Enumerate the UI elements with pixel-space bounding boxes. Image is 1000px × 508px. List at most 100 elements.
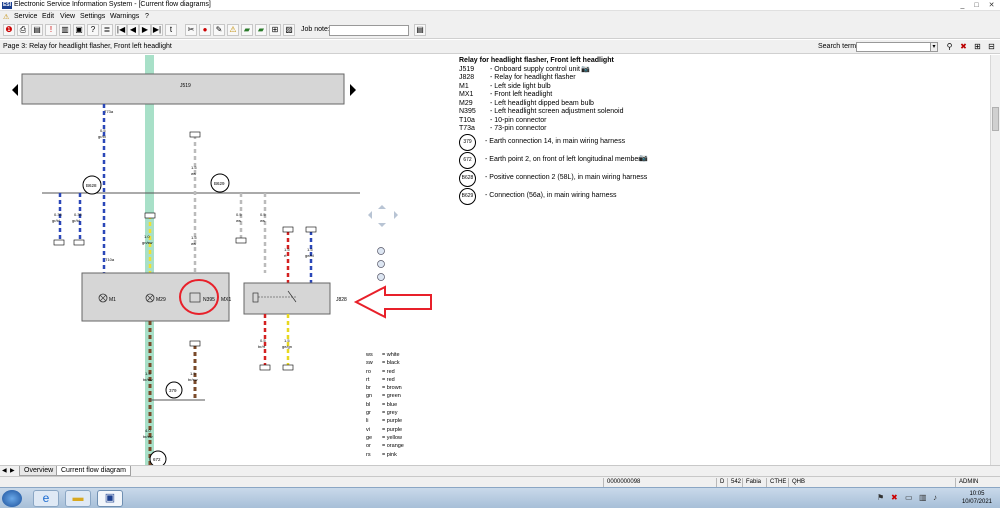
tray-alert-icon[interactable]: ✖ bbox=[891, 493, 898, 502]
zoom-out-icon bbox=[377, 273, 385, 281]
prev-page-icon[interactable]: ◀ bbox=[127, 24, 139, 36]
os-taskbar: e ▬ ▣ ⚑ ✖ ▭ ▥ ♪ 10:05 10/07/2021 bbox=[0, 487, 1000, 508]
search-icon[interactable]: ⚲ bbox=[944, 41, 955, 52]
legend-desc: - Left headlight dipped beam bulb bbox=[490, 99, 594, 107]
color-key-code: gr bbox=[366, 410, 371, 417]
color-key-code: br bbox=[366, 385, 371, 392]
color-key-code: ro bbox=[366, 368, 371, 375]
color-key-code: ge bbox=[366, 434, 373, 441]
legend-connection: B628 - Positive connection 2 (58L), in ma… bbox=[459, 169, 719, 188]
start-button-icon[interactable] bbox=[2, 490, 22, 507]
bookmark-icon[interactable]: t bbox=[165, 24, 177, 36]
menu-warnings[interactable]: Warnings bbox=[110, 13, 139, 20]
zoom-in-icon bbox=[377, 260, 385, 268]
wire-label-4-color: gn/sw bbox=[142, 240, 153, 245]
clock[interactable]: 10:05 10/07/2021 bbox=[962, 490, 992, 506]
tray-flag-icon[interactable]: ⚑ bbox=[877, 493, 884, 502]
document-icon[interactable]: ▤ bbox=[31, 24, 43, 36]
color-key-value: = grey bbox=[382, 410, 398, 417]
tray-volume-icon[interactable]: ♪ bbox=[933, 493, 937, 502]
menu-help[interactable]: ? bbox=[145, 13, 149, 20]
cart-icon[interactable]: ⊞ bbox=[269, 24, 281, 36]
folder-icon[interactable]: ▬ bbox=[65, 490, 91, 507]
wire-label-2-color: gr/bl bbox=[52, 218, 60, 223]
search-input[interactable] bbox=[856, 42, 936, 52]
t73a-label: T73a bbox=[104, 109, 114, 114]
search-options-icon[interactable]: ⊟ bbox=[986, 41, 997, 52]
wire-label-9-size: 1.5 bbox=[284, 247, 290, 252]
connection-desc: - Earth point 2, on front of left longit… bbox=[485, 155, 641, 163]
minimize-button[interactable]: _ bbox=[958, 1, 967, 10]
first-page-icon[interactable]: |◀ bbox=[115, 24, 127, 36]
legend-desc: - 10-pin connector bbox=[490, 116, 547, 124]
camera-icon[interactable]: 📷 bbox=[581, 66, 590, 75]
warning-tb-icon[interactable]: ⚠ bbox=[227, 24, 239, 36]
j828-box bbox=[243, 282, 331, 315]
book-icon[interactable]: ▥ bbox=[59, 24, 71, 36]
search-dropdown-icon[interactable]: ▾ bbox=[930, 42, 938, 52]
vehicle-icon[interactable]: ❶ bbox=[3, 24, 15, 36]
tab-scroll-left-icon[interactable]: ◀ bbox=[2, 467, 7, 474]
alert-icon[interactable]: ! bbox=[45, 24, 57, 36]
legend-connection: B629 - Connection (56a), in main wiring h… bbox=[459, 187, 719, 206]
j519-label: J519 bbox=[180, 83, 191, 89]
color-key-value: = red bbox=[382, 368, 395, 375]
menu-service[interactable]: Service bbox=[14, 13, 37, 20]
help-icon[interactable]: ? bbox=[87, 24, 99, 36]
last-page-icon[interactable]: ▶| bbox=[151, 24, 163, 36]
color-key-row: ws = white bbox=[366, 351, 436, 359]
clear-search-icon[interactable]: ✖ bbox=[958, 41, 969, 52]
flow-diagram-canvas[interactable]: J519 B628 B629 M1 M29 N395 MX1 379 672 J… bbox=[0, 55, 990, 465]
camera-icon[interactable]: 📷 bbox=[639, 155, 648, 164]
wire-label-7-size: 0.5 bbox=[236, 212, 242, 217]
color-key-row: rt = red bbox=[366, 376, 436, 384]
connection-circle: B629 bbox=[459, 187, 476, 205]
color-key-row: rs = pink bbox=[366, 451, 436, 459]
tools-icon[interactable]: ✂ bbox=[185, 24, 197, 36]
status-flag: D bbox=[716, 478, 724, 487]
job-note-input[interactable] bbox=[329, 25, 409, 36]
next-page-icon[interactable]: ▶ bbox=[139, 24, 151, 36]
close-button[interactable]: ✕ bbox=[987, 1, 996, 10]
wire-label-3-size: 0.35 bbox=[74, 212, 83, 217]
tab-scroll-right-icon[interactable]: ▶ bbox=[10, 467, 15, 474]
scroll-right-arrow-icon bbox=[350, 84, 356, 96]
legend-desc: - Left side light bulb bbox=[490, 82, 551, 90]
save-note-icon[interactable]: ▤ bbox=[414, 24, 426, 36]
wire-label-4-size: 1.0 bbox=[144, 234, 150, 239]
scrollbar-thumb[interactable] bbox=[992, 107, 999, 131]
color-key-code: ws bbox=[366, 352, 373, 358]
image-icon[interactable]: ▨ bbox=[283, 24, 295, 36]
status-id: 0000000098 bbox=[603, 478, 640, 487]
menu-edit[interactable]: Edit bbox=[42, 13, 54, 20]
print-icon[interactable]: ⎙ bbox=[17, 24, 29, 36]
car-icon[interactable]: ▰ bbox=[241, 24, 253, 36]
note-icon[interactable]: ✎ bbox=[213, 24, 225, 36]
pan-right-icon bbox=[394, 211, 398, 219]
app-taskbar-icon[interactable]: ▣ bbox=[97, 490, 123, 507]
stop-icon[interactable]: ● bbox=[199, 24, 211, 36]
tray-monitor-icon[interactable]: ▭ bbox=[905, 493, 913, 502]
zoom-fit-icon bbox=[377, 247, 385, 255]
tab-overview[interactable]: Overview bbox=[19, 466, 59, 476]
vertical-scrollbar[interactable] bbox=[990, 55, 1000, 465]
color-key-code: gn bbox=[366, 393, 373, 400]
browser-icon[interactable]: e bbox=[33, 490, 59, 507]
mx1-label: MX1 bbox=[221, 297, 232, 303]
legend-connection: 379 - Earth connection 14, in main wiring… bbox=[459, 133, 719, 152]
tab-current-flow-diagram[interactable]: Current flow diagram bbox=[56, 466, 131, 476]
list-icon[interactable]: ≣ bbox=[101, 24, 113, 36]
connection-desc: - Connection (56a), in main wiring harne… bbox=[485, 191, 617, 199]
search-next-icon[interactable]: ⊞ bbox=[972, 41, 983, 52]
connection-circle: 379 bbox=[459, 133, 476, 151]
menu-view[interactable]: View bbox=[60, 13, 75, 20]
menu-settings[interactable]: Settings bbox=[80, 13, 105, 20]
wire-label-11-color: br/rt bbox=[258, 344, 266, 349]
tray-network-icon[interactable]: ▥ bbox=[919, 493, 927, 502]
status-field-1: 542 bbox=[727, 478, 741, 487]
earth-672-label: 672 bbox=[153, 457, 161, 462]
lock-icon[interactable]: ▣ bbox=[73, 24, 85, 36]
maximize-button[interactable]: □ bbox=[972, 1, 981, 10]
car2-icon[interactable]: ▰ bbox=[255, 24, 267, 36]
wire-label-1-size: 0.5 bbox=[100, 128, 106, 133]
